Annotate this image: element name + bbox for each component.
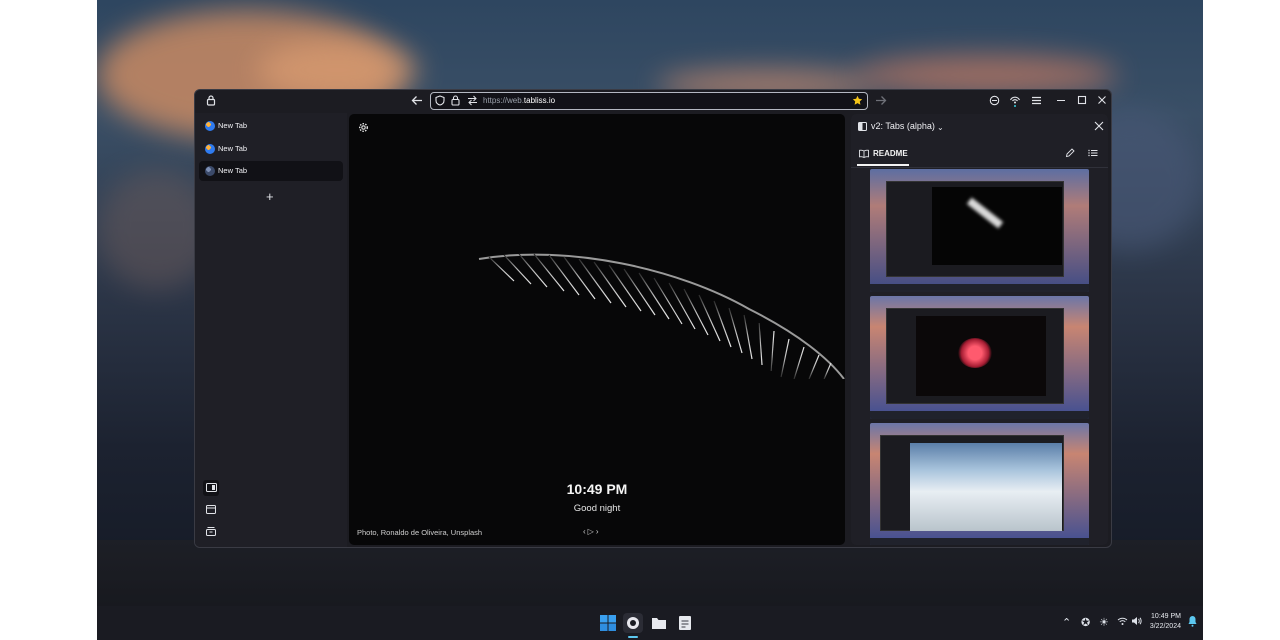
tab-readme[interactable]: README (857, 142, 909, 166)
tab-label: New Tab (218, 166, 248, 175)
tabliss-new-tab-page: 10:49 PM Good night Photo, Ronaldo de Ol… (349, 114, 845, 545)
padlock-icon[interactable] (451, 95, 460, 109)
background-photo (478, 253, 845, 379)
minimize-icon[interactable] (1056, 95, 1066, 109)
list-icon[interactable] (1088, 148, 1098, 161)
tab-readme-label: README (873, 149, 908, 158)
tab-label: New Tab (218, 144, 248, 153)
menu-icon[interactable] (1031, 95, 1042, 109)
back-icon[interactable] (411, 95, 423, 109)
tab-item[interactable]: New Tab (199, 116, 343, 136)
chevron-up-icon[interactable]: ⌃ (1062, 616, 1071, 629)
gear-icon[interactable] (358, 122, 369, 136)
notepad-icon[interactable] (675, 613, 695, 633)
greeting: Good night (573, 503, 621, 514)
readme-screenshot (870, 296, 1089, 419)
windows-start-icon[interactable] (598, 613, 618, 633)
panel-icon (858, 122, 867, 134)
tab-label: New Tab (218, 121, 248, 130)
url-domain: tabliss.io (523, 96, 556, 105)
folder-icon[interactable] (649, 613, 669, 633)
wifi-icon[interactable] (1117, 616, 1128, 629)
photo-credit[interactable]: Photo, Ronaldo de Oliveira, Unsplash (357, 528, 482, 537)
archive-icon[interactable] (203, 524, 219, 540)
permissions-icon[interactable] (467, 95, 478, 109)
volume-icon[interactable] (1131, 616, 1142, 629)
panel-title[interactable]: v2: Tabs (alpha) (871, 121, 935, 131)
taskbar-clock[interactable]: 10:49 PM 3/22/2024 (1150, 612, 1181, 632)
tab-item[interactable]: New Tab (199, 139, 343, 159)
firefox-icon (205, 144, 215, 154)
new-tab-button[interactable]: + (266, 189, 274, 204)
vertical-tabs-sidebar: New Tab New Tab New Tab + (195, 113, 347, 547)
firefox-icon (205, 166, 215, 176)
next-icon[interactable]: › (596, 527, 601, 536)
extensions-icon[interactable] (989, 95, 1000, 109)
star-icon[interactable] (852, 95, 863, 109)
url-prefix: https://web. (483, 96, 524, 105)
panel-close-icon[interactable] (1094, 121, 1104, 134)
title-bar: https://web.tabliss.io (195, 90, 1111, 113)
taskbar: ⌃ ✪ ☀ 10:49 PM 3/22/2024 (97, 606, 1203, 640)
url-text[interactable]: https://web.tabliss.io (483, 96, 555, 105)
browser-taskbar-icon[interactable] (623, 613, 643, 633)
close-icon[interactable] (1097, 95, 1107, 109)
visibility-icon[interactable] (1009, 94, 1021, 110)
play-icon[interactable]: ▷ (588, 527, 596, 536)
tray-app-icon[interactable]: ✪ (1081, 616, 1090, 629)
taskbar-date: 3/22/2024 (1149, 623, 1181, 630)
lock-icon[interactable] (206, 95, 216, 109)
notification-icon[interactable] (1188, 615, 1197, 630)
sidebar-toggle-icon[interactable] (203, 480, 219, 496)
maximize-icon[interactable] (1077, 95, 1087, 109)
readme-screenshot (870, 423, 1089, 545)
firefox-icon (205, 121, 215, 131)
window-icon[interactable] (203, 502, 219, 518)
side-panel: v2: Tabs (alpha) ⌄ README (851, 114, 1108, 545)
active-indicator (628, 636, 638, 638)
tab-item-active[interactable]: New Tab (199, 161, 343, 181)
forward-icon[interactable] (875, 95, 887, 109)
chevron-down-icon[interactable]: ⌄ (937, 122, 944, 134)
readme-screenshot (870, 169, 1089, 292)
book-icon (859, 149, 869, 161)
clock-time: 10:49 PM (566, 481, 628, 497)
brightness-icon[interactable]: ☀ (1099, 616, 1109, 629)
taskbar-time: 10:49 PM (1151, 613, 1181, 620)
pencil-icon[interactable] (1065, 148, 1075, 161)
shield-icon[interactable] (435, 95, 445, 109)
url-bar[interactable]: https://web.tabliss.io (430, 92, 868, 110)
divider (851, 167, 1108, 168)
browser-window: https://web.tabliss.io New Tab New Tab N… (194, 89, 1112, 548)
background-controls: ‹▷› (583, 527, 601, 536)
